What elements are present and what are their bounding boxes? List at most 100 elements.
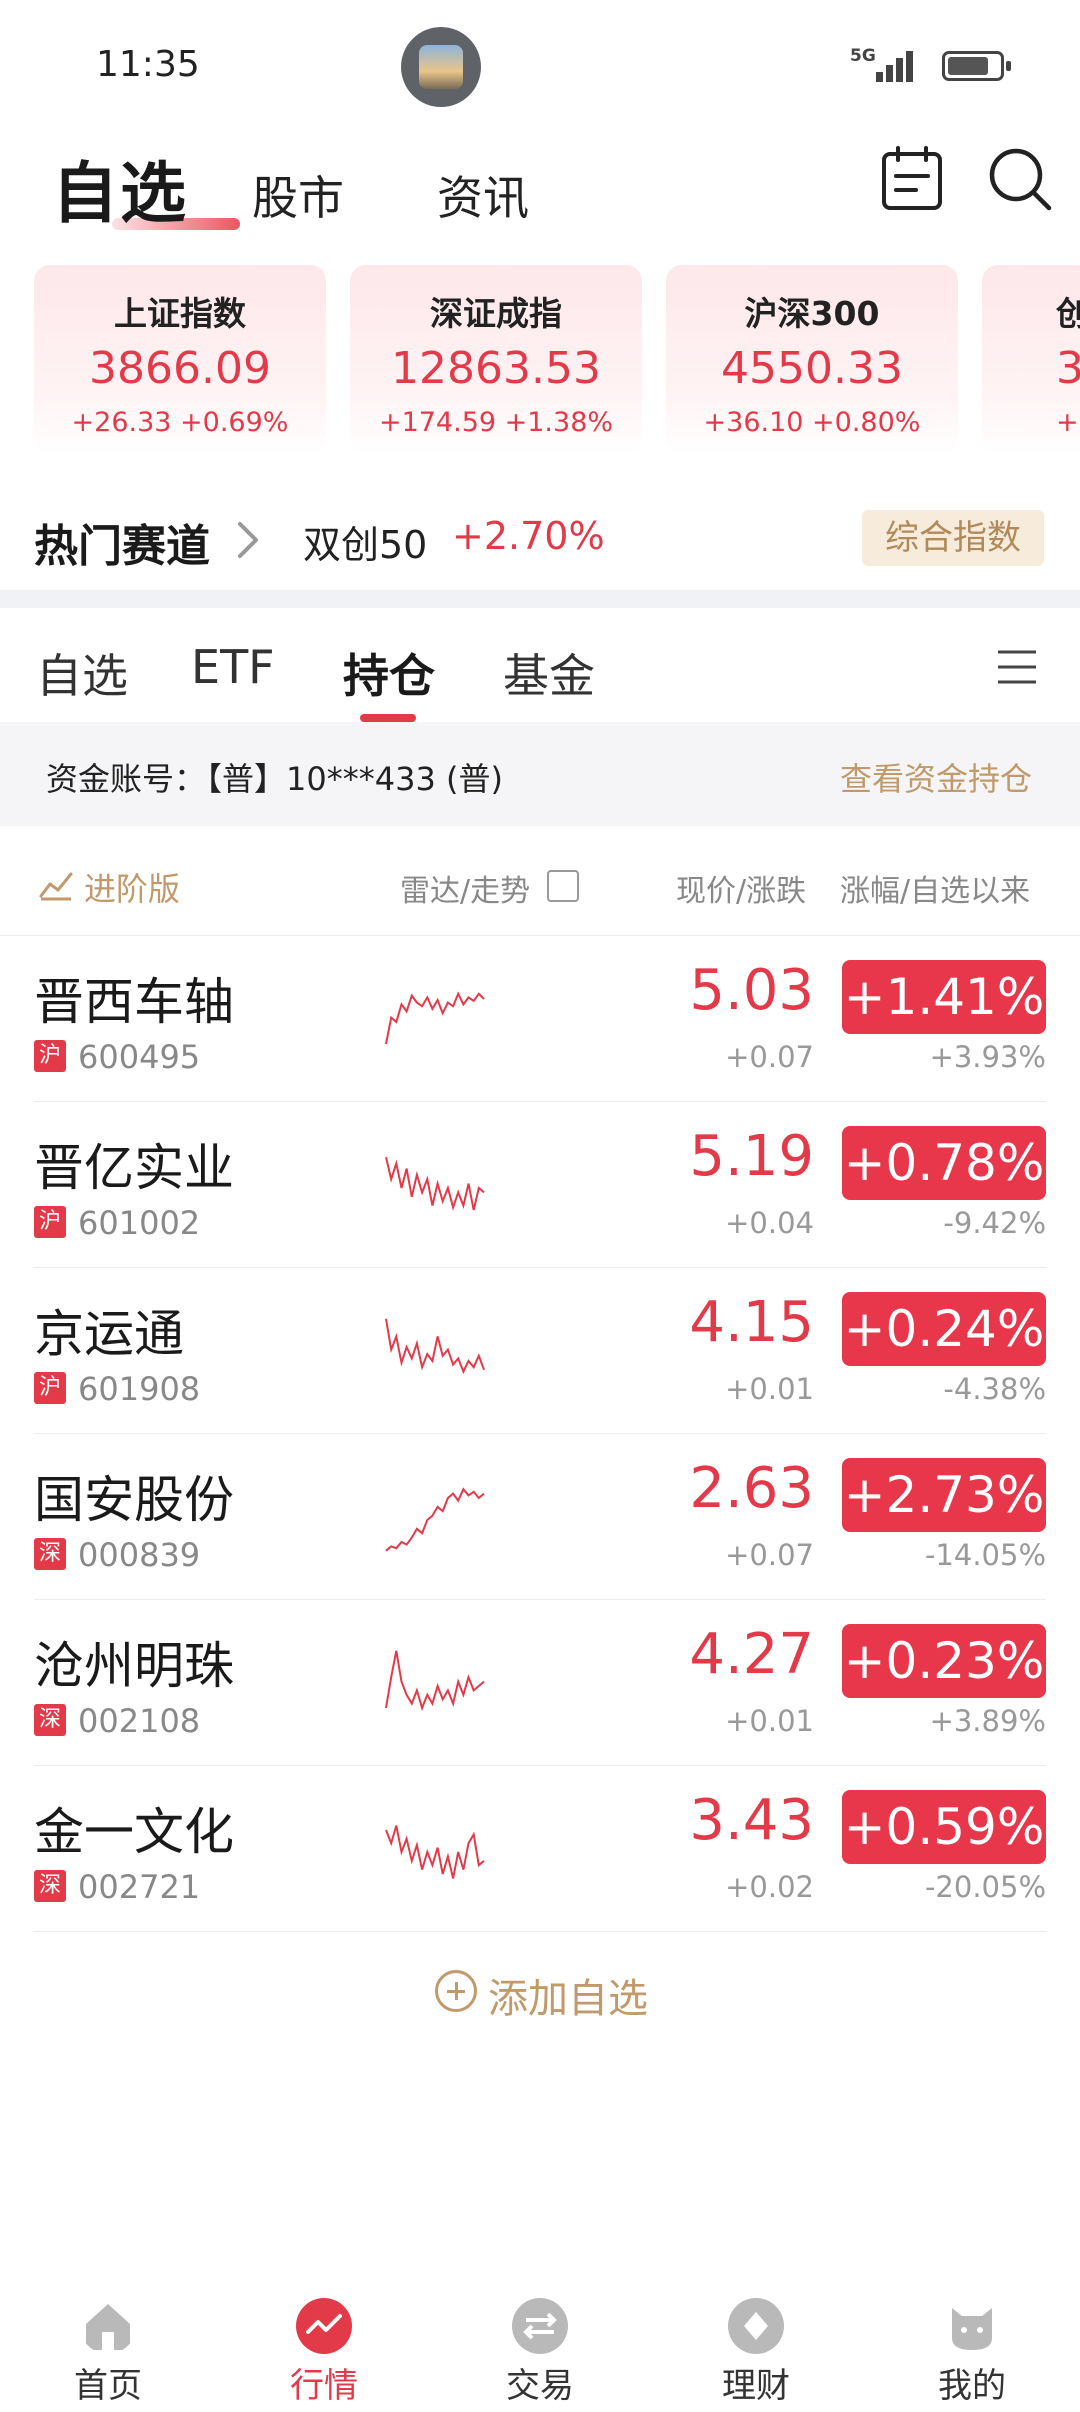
home-icon bbox=[86, 2304, 130, 2350]
subtab-funds[interactable]: 基金 bbox=[503, 640, 595, 706]
trend-sparkline bbox=[385, 1487, 485, 1552]
switch-icon[interactable] bbox=[547, 870, 579, 902]
sparkline-path bbox=[385, 1156, 485, 1211]
pct-badge: +0.78% bbox=[842, 1126, 1046, 1200]
tab-news[interactable]: 资讯 bbox=[437, 162, 529, 228]
since-added-pct: -9.42% bbox=[943, 1206, 1046, 1240]
since-added-pct: +3.89% bbox=[929, 1704, 1046, 1738]
profile-icon bbox=[952, 2308, 992, 2350]
index-change: +73 bbox=[1056, 407, 1080, 438]
section-divider bbox=[0, 590, 1080, 608]
col-price[interactable]: 现价/涨跌 bbox=[676, 866, 806, 910]
stock-price: 4.15 bbox=[689, 1290, 814, 1355]
index-card[interactable]: 上证指数 3866.09 +26.33 +0.69% bbox=[34, 265, 326, 455]
watchlist-sub-tabs: 自选 ETF 持仓 基金 bbox=[0, 610, 1080, 722]
nav-label: 理财 bbox=[722, 2366, 790, 2406]
advanced-version-toggle[interactable]: 进阶版 bbox=[84, 864, 180, 910]
stock-name: 晋西车轴 bbox=[34, 973, 234, 1031]
since-added-pct: -14.05% bbox=[924, 1538, 1046, 1572]
stock-price: 4.27 bbox=[689, 1622, 814, 1687]
market-badge: 深 bbox=[34, 1870, 66, 1902]
market-badge: 深 bbox=[34, 1704, 66, 1736]
nav-wealth[interactable]: 理财 bbox=[648, 2290, 864, 2412]
list-header: 进阶版 雷达/走势 现价/涨跌 涨幅/自选以来 bbox=[0, 826, 1080, 936]
nav-trade[interactable]: 交易 bbox=[432, 2290, 648, 2412]
trade-icon bbox=[512, 2298, 568, 2354]
subtab-etf[interactable]: ETF bbox=[191, 640, 275, 694]
nav-market[interactable]: 行情 bbox=[216, 2290, 432, 2412]
status-bar: 11:35 5G bbox=[0, 0, 1080, 130]
trend-sparkline bbox=[385, 1825, 485, 1879]
stock-code: 601908 bbox=[78, 1370, 201, 1408]
view-holdings-link[interactable]: 查看资金持仓 bbox=[840, 754, 1032, 800]
floating-avatar[interactable] bbox=[401, 27, 481, 107]
top-header: 自选 股市 资讯 bbox=[0, 130, 1080, 250]
trend-sparkline bbox=[385, 991, 485, 1045]
subtab-holdings[interactable]: 持仓 bbox=[343, 640, 435, 706]
tab-watchlist[interactable]: 自选 bbox=[52, 140, 240, 236]
table-row[interactable]: 国安股份 深 000839 2.63 +0.07 +2.73% -14.05% bbox=[34, 1434, 1046, 1600]
stock-code: 002721 bbox=[78, 1868, 201, 1906]
index-price: 12863.53 bbox=[391, 343, 601, 394]
composite-index-button[interactable]: 综合指数 bbox=[862, 510, 1044, 566]
market-badge: 沪 bbox=[34, 1372, 66, 1404]
index-card[interactable]: 深证成指 12863.53 +174.59 +1.38% bbox=[350, 265, 642, 455]
stock-price: 3.43 bbox=[689, 1788, 814, 1853]
index-card[interactable]: 创 30 +73 bbox=[982, 265, 1080, 455]
tab-stock-market[interactable]: 股市 bbox=[252, 162, 344, 228]
col-pct[interactable]: 涨幅/自选以来 bbox=[840, 866, 1030, 910]
nav-label: 我的 bbox=[938, 2366, 1006, 2406]
stock-price: 5.19 bbox=[689, 1124, 814, 1189]
hot-track-name: 双创50 bbox=[303, 523, 428, 567]
stock-name: 金一文化 bbox=[34, 1803, 234, 1861]
stock-name: 沧州明珠 bbox=[34, 1637, 234, 1695]
index-change: +26.33 +0.69% bbox=[71, 407, 289, 438]
pct-badge: +0.59% bbox=[842, 1790, 1046, 1864]
index-price: 4550.33 bbox=[721, 343, 903, 394]
index-name: 深证成指 bbox=[430, 294, 562, 333]
trend-chart-icon bbox=[39, 872, 73, 901]
index-price: 30 bbox=[1056, 343, 1080, 394]
index-card[interactable]: 沪深300 4550.33 +36.10 +0.80% bbox=[666, 265, 958, 455]
search-icon[interactable] bbox=[985, 144, 1055, 214]
nav-label: 交易 bbox=[506, 2366, 574, 2406]
sparkline-path bbox=[385, 1487, 485, 1552]
index-change: +36.10 +0.80% bbox=[703, 407, 921, 438]
nav-profile[interactable]: 我的 bbox=[864, 2290, 1080, 2412]
hot-track-bar[interactable]: 热门赛道 双创50 +2.70% 综合指数 bbox=[0, 490, 1080, 580]
trend-sparkline bbox=[385, 1156, 485, 1211]
stock-code: 000839 bbox=[78, 1536, 201, 1574]
subtab-watchlist[interactable]: 自选 bbox=[36, 640, 128, 706]
table-row[interactable]: 晋亿实业 沪 601002 5.19 +0.04 +0.78% -9.42% bbox=[34, 1102, 1046, 1268]
nav-home[interactable]: 首页 bbox=[0, 2290, 216, 2412]
stock-code: 002108 bbox=[78, 1702, 201, 1740]
index-name: 创 bbox=[1056, 294, 1080, 333]
table-row[interactable]: 沧州明珠 深 002108 4.27 +0.01 +0.23% +3.89% bbox=[34, 1600, 1046, 1766]
plus-circle-icon bbox=[435, 1970, 477, 2012]
stock-name: 晋亿实业 bbox=[34, 1139, 234, 1197]
table-row[interactable]: 金一文化 深 002721 3.43 +0.02 +0.59% -20.05% bbox=[34, 1766, 1046, 1932]
account-bar: 资金账号：【普】10***433 (普) 查看资金持仓 bbox=[0, 722, 1080, 826]
status-time: 11:35 bbox=[96, 44, 200, 85]
stock-code: 601002 bbox=[78, 1204, 201, 1242]
pct-badge: +0.23% bbox=[842, 1624, 1046, 1698]
sparkline-path bbox=[385, 1318, 485, 1375]
chevron-right-icon bbox=[238, 522, 258, 558]
add-watchlist-button[interactable]: 添加自选 bbox=[0, 1950, 1080, 2030]
calendar-note-icon[interactable] bbox=[878, 144, 948, 214]
table-row[interactable]: 晋西车轴 沪 600495 5.03 +0.07 +1.41% +3.93% bbox=[34, 936, 1046, 1102]
nav-label: 首页 bbox=[74, 2366, 142, 2406]
since-added-pct: +3.93% bbox=[929, 1040, 1046, 1074]
battery-icon bbox=[942, 51, 1011, 81]
market-badge: 沪 bbox=[34, 1206, 66, 1238]
table-row[interactable]: 京运通 沪 601908 4.15 +0.01 +0.24% -4.38% bbox=[34, 1268, 1046, 1434]
trend-sparkline bbox=[385, 1650, 485, 1712]
stock-price: 5.03 bbox=[689, 958, 814, 1023]
stock-price: 2.63 bbox=[689, 1456, 814, 1521]
col-trend[interactable]: 雷达/走势 bbox=[400, 866, 530, 910]
menu-icon[interactable] bbox=[996, 644, 1038, 690]
hot-track-title: 热门赛道 bbox=[34, 521, 210, 572]
trend-sparkline bbox=[385, 1318, 485, 1375]
market-badge: 深 bbox=[34, 1538, 66, 1570]
stock-change: +0.02 bbox=[725, 1870, 814, 1904]
